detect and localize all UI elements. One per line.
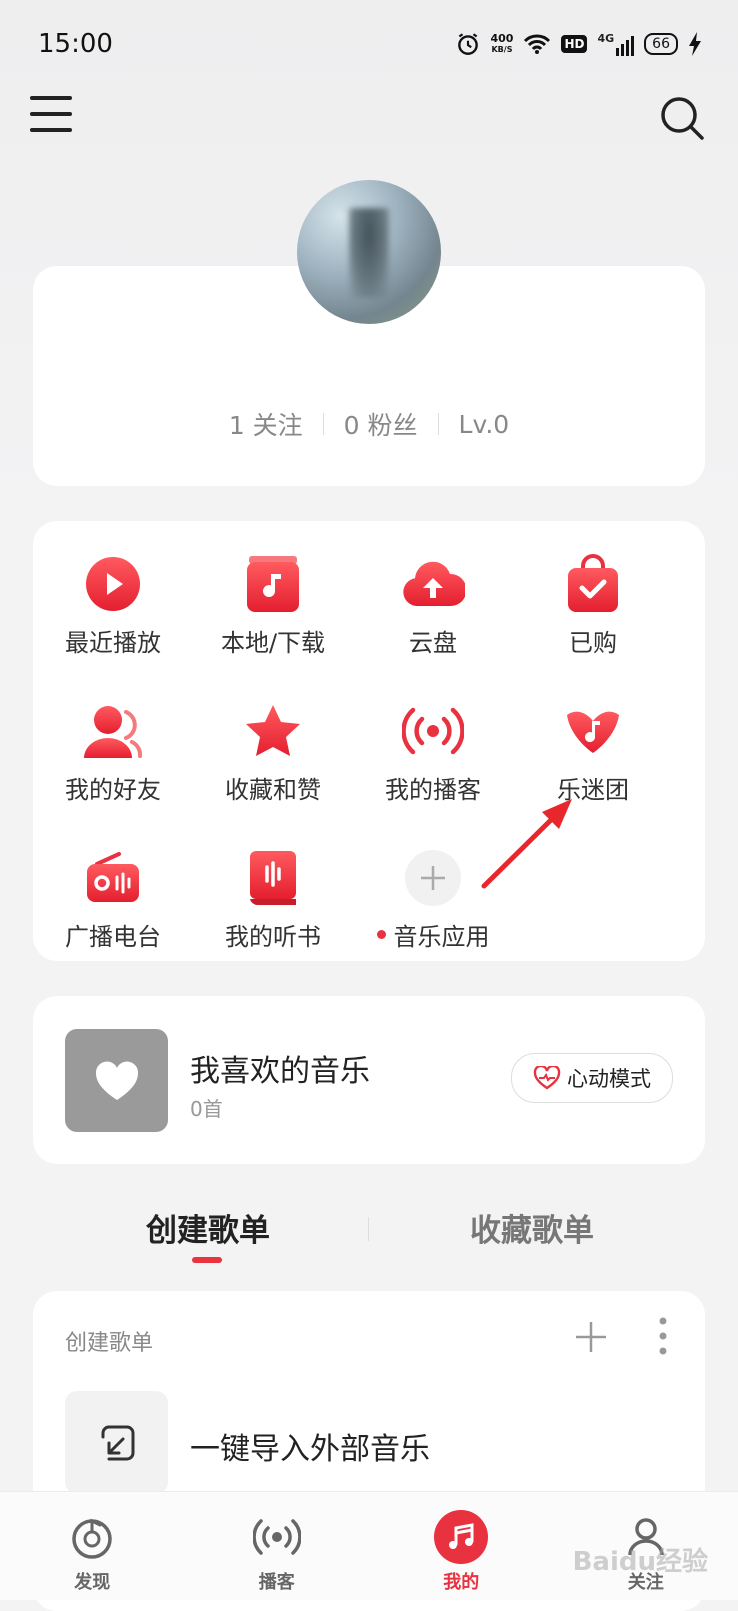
grid-item-my-podcast[interactable]: 我的播客 <box>353 696 513 843</box>
podcast-nav-icon <box>253 1515 301 1559</box>
tab-indicator <box>192 1257 222 1263</box>
nav-discover[interactable]: 发现 <box>0 1492 185 1600</box>
grid-item-friends[interactable]: 我的好友 <box>33 696 193 843</box>
battery-icon: 66 <box>644 33 678 55</box>
feature-grid: 最近播放 本地/下载 云盘 已购 我的好友 收藏和赞 我的播客 乐迷团 <box>33 549 705 990</box>
radio-icon <box>83 852 143 904</box>
add-playlist-icon[interactable] <box>573 1319 609 1355</box>
grid-item-local-download[interactable]: 本地/下载 <box>193 549 353 696</box>
new-dot <box>377 930 386 939</box>
status-icons: 400KB/S HD 4G 66 <box>455 31 703 57</box>
grid-item-purchased[interactable]: 已购 <box>513 549 673 696</box>
cloud-upload-icon <box>401 558 465 610</box>
music-note-icon <box>445 1521 477 1553</box>
shopping-bag-icon <box>565 554 621 614</box>
grid-item-collections[interactable]: 收藏和赞 <box>193 696 353 843</box>
music-file-icon <box>245 554 301 614</box>
avatar[interactable] <box>297 180 441 324</box>
tab-created-playlists[interactable]: 创建歌单 <box>146 1205 270 1250</box>
search-icon[interactable] <box>658 94 706 142</box>
watermark: Baidu经验 <box>573 1541 708 1578</box>
liked-music-card[interactable]: 我喜欢的音乐 0首 心动模式 <box>33 996 705 1164</box>
grid-item-music-apps[interactable]: 音乐应用 <box>353 843 513 990</box>
menu-icon[interactable] <box>30 96 72 136</box>
user-level[interactable]: Lv.0 <box>459 410 510 439</box>
grid-item-cloud[interactable]: 云盘 <box>353 549 513 696</box>
grid-item-audiobook[interactable]: 我的听书 <box>193 843 353 990</box>
playlist-tabs: 创建歌单 收藏歌单 <box>0 1205 738 1275</box>
import-external-music[interactable]: 一键导入外部音乐 <box>65 1391 673 1494</box>
play-circle-icon <box>84 555 142 613</box>
created-playlists-header: 创建歌单 <box>65 1325 153 1357</box>
fans-count[interactable]: 0 粉丝 <box>344 406 418 442</box>
feature-grid-card: 最近播放 本地/下载 云盘 已购 我的好友 收藏和赞 我的播客 乐迷团 <box>33 521 705 961</box>
heart-icon <box>94 1060 140 1102</box>
heartbeat-mode-button[interactable]: 心动模式 <box>511 1053 673 1103</box>
more-options-icon[interactable] <box>657 1315 669 1357</box>
status-time: 15:00 <box>38 29 113 59</box>
alarm-icon <box>455 31 481 57</box>
liked-music-title: 我喜欢的音乐 <box>190 1046 370 1090</box>
grid-item-recent-play[interactable]: 最近播放 <box>33 549 193 696</box>
tab-collected-playlists[interactable]: 收藏歌单 <box>470 1205 594 1250</box>
profile-stats: 1 关注 0 粉丝 Lv.0 <box>33 406 705 442</box>
add-icon <box>404 849 462 907</box>
liked-music-count: 0首 <box>190 1093 223 1122</box>
heart-music-icon <box>561 703 625 759</box>
tab-divider <box>368 1217 369 1241</box>
nav-podcast[interactable]: 播客 <box>185 1492 370 1600</box>
hd-badge: HD <box>561 35 587 53</box>
import-icon-box <box>65 1391 168 1494</box>
cell-signal-icon: 4G <box>597 32 634 56</box>
heartbeat-icon <box>533 1066 561 1090</box>
friends-icon <box>82 702 144 760</box>
status-bar: 15:00 400KB/S HD 4G 66 <box>38 22 702 66</box>
grid-item-radio[interactable]: 广播电台 <box>33 843 193 990</box>
audiobook-icon <box>248 849 298 907</box>
import-icon <box>95 1421 139 1465</box>
import-label: 一键导入外部音乐 <box>190 1424 430 1468</box>
liked-music-cover <box>65 1029 168 1132</box>
nav-mine[interactable]: 我的 <box>369 1492 554 1600</box>
charging-icon <box>688 32 702 56</box>
star-icon <box>244 703 302 759</box>
podcast-icon <box>402 705 464 757</box>
network-speed: 400KB/S <box>491 33 514 55</box>
grid-item-fan-club[interactable]: 乐迷团 <box>513 696 673 843</box>
netease-logo-icon <box>70 1515 114 1559</box>
wifi-icon <box>523 33 551 55</box>
follow-count[interactable]: 1 关注 <box>229 406 303 442</box>
